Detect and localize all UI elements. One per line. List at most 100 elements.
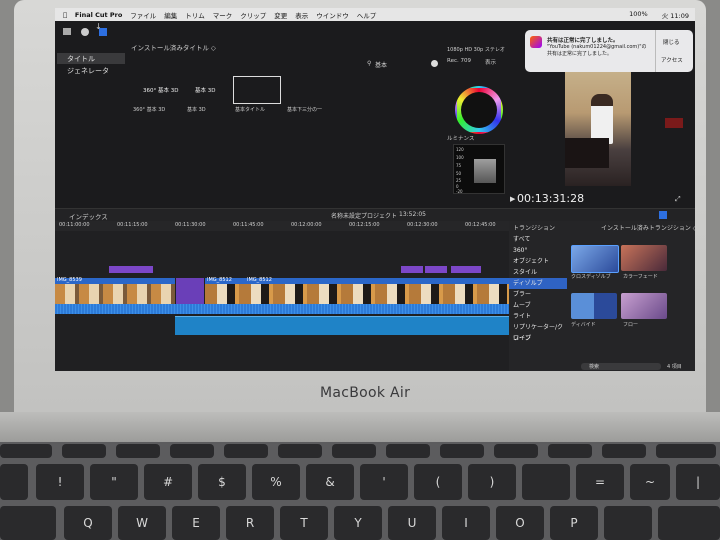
title-thumb-selected[interactable] (233, 76, 281, 104)
installed-menu[interactable]: インストール済みトランジション ◇ (601, 223, 695, 232)
transition-thumb[interactable] (571, 245, 619, 273)
key-8[interactable]: ( (414, 464, 462, 500)
key-0[interactable] (522, 464, 570, 500)
app-menu[interactable]: Final Cut Pro (75, 11, 122, 19)
browser-title[interactable]: インストール済みタイトル ◇ (131, 42, 216, 52)
clear-search-icon[interactable] (431, 60, 438, 67)
function-key[interactable] (170, 444, 214, 458)
apple-icon[interactable]:  (63, 11, 67, 19)
function-key[interactable] (602, 444, 646, 458)
sidebar-item-generators[interactable]: ジェネレータ (67, 66, 109, 76)
category-item[interactable]: スタイル (509, 267, 567, 278)
function-key[interactable] (0, 444, 52, 458)
key-2[interactable]: " (90, 464, 138, 500)
audio-clip[interactable] (175, 316, 509, 335)
category-item-selected[interactable]: ディゾルブ (509, 278, 567, 289)
menu-trim[interactable]: トリム (185, 10, 205, 20)
function-key[interactable] (278, 444, 322, 458)
fullscreen-icon[interactable]: ⤢ (675, 195, 681, 204)
key-minus[interactable]: = (576, 464, 624, 500)
key[interactable] (0, 464, 28, 500)
title-clip[interactable] (109, 266, 153, 273)
menu-clip[interactable]: クリップ (240, 10, 266, 20)
transition-thumb[interactable] (621, 293, 667, 319)
function-key[interactable] (224, 444, 268, 458)
key-yen[interactable]: | (676, 464, 720, 500)
key-i[interactable]: I (442, 506, 490, 540)
close-button[interactable]: 閉じる (663, 38, 680, 46)
key-q[interactable]: Q (64, 506, 112, 540)
category-item[interactable]: ムーブ (509, 300, 567, 311)
category-item[interactable]: ライト (509, 311, 567, 322)
access-button[interactable]: アクセス (661, 56, 683, 64)
transition-search-field[interactable]: 検索 (581, 363, 661, 370)
key-6[interactable]: & (306, 464, 354, 500)
title-clip[interactable] (401, 266, 423, 273)
key-o[interactable]: O (496, 506, 544, 540)
function-key[interactable] (116, 444, 160, 458)
key[interactable] (604, 506, 652, 540)
category-item[interactable]: ワイプ (509, 333, 567, 344)
category-item[interactable]: 360° (509, 245, 567, 256)
transition-thumb[interactable] (571, 293, 617, 319)
battery-status[interactable]: 100% (629, 10, 648, 20)
menu-help[interactable]: ヘルプ (357, 10, 377, 20)
key-caret[interactable]: ~ (630, 464, 670, 500)
import-icon[interactable]: ↓ (95, 22, 102, 31)
category-item[interactable]: ブラー (509, 289, 567, 300)
title-thumb-text[interactable]: 基本 3D (195, 86, 215, 94)
function-key[interactable] (332, 444, 376, 458)
key-r[interactable]: R (226, 506, 274, 540)
key-5[interactable]: % (252, 464, 300, 500)
menu-file[interactable]: ファイル (130, 10, 156, 20)
menu-view[interactable]: 表示 (295, 10, 308, 20)
key-9[interactable]: ) (468, 464, 516, 500)
function-key[interactable] (656, 444, 716, 458)
index-button[interactable]: インデックス (69, 211, 108, 221)
timeline-ruler[interactable]: 00:11:00:00 00:11:15:00 00:11:30:00 00:1… (55, 221, 509, 231)
key-7[interactable]: ' (360, 464, 408, 500)
function-key[interactable] (62, 444, 106, 458)
function-key[interactable] (548, 444, 592, 458)
menu-edit[interactable]: 編集 (164, 10, 177, 20)
title-thumb-text[interactable]: 360° 基本 3D (143, 86, 178, 94)
transitions-browser-icon[interactable] (659, 211, 667, 219)
clock[interactable]: 火 11:09 (662, 10, 689, 20)
menu-modify[interactable]: 変更 (274, 10, 287, 20)
key-p[interactable]: P (550, 506, 598, 540)
audio-waveform[interactable] (55, 304, 509, 314)
title-clip[interactable] (451, 266, 481, 273)
search-icon[interactable]: ⚲ (367, 60, 371, 67)
menu-window[interactable]: ウインドウ (316, 10, 349, 20)
piano (565, 138, 609, 168)
key-t[interactable]: T (280, 506, 328, 540)
category-item[interactable]: すべて (509, 234, 567, 245)
key-3[interactable]: # (144, 464, 192, 500)
key-4[interactable]: $ (198, 464, 246, 500)
timecode[interactable]: 00:13:31:28 (517, 192, 584, 205)
view-menu[interactable]: 表示 (485, 58, 496, 66)
title-clip[interactable] (425, 266, 447, 273)
function-key[interactable] (440, 444, 484, 458)
share-notification[interactable]: 共有は正常に完了しました。 "YouTube (nakum01224@gmail… (525, 30, 693, 72)
sidebar-item-titles[interactable]: タイトル (67, 54, 95, 64)
photos-icon[interactable] (81, 28, 89, 36)
play-button[interactable]: ▶ (510, 195, 515, 203)
key-y[interactable]: Y (334, 506, 382, 540)
function-key[interactable] (386, 444, 430, 458)
category-item[interactable]: リプリケーター/クローン (509, 322, 567, 342)
key-w[interactable]: W (118, 506, 166, 540)
function-key[interactable] (494, 444, 538, 458)
key-1[interactable]: ! (36, 464, 84, 500)
menu-mark[interactable]: マーク (213, 10, 233, 20)
transition-thumb[interactable] (621, 245, 667, 271)
library-icon[interactable] (63, 28, 71, 35)
key[interactable] (658, 506, 720, 540)
selected-clip[interactable] (176, 278, 204, 304)
key-u[interactable]: U (388, 506, 436, 540)
tab-key[interactable] (0, 506, 56, 540)
key-e[interactable]: E (172, 506, 220, 540)
search-field[interactable]: 基本 (375, 60, 387, 69)
category-item[interactable]: オブジェクト (509, 256, 567, 267)
screen:  Final Cut Pro ファイル 編集 トリム マーク クリップ 変更 … (55, 8, 695, 371)
